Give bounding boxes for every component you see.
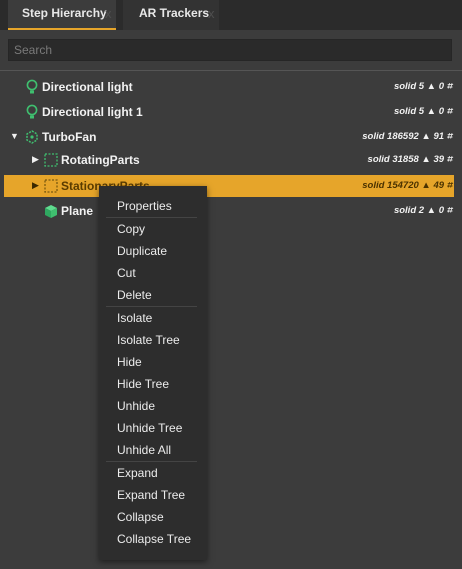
menu-item-collapse-tree[interactable]: Collapse Tree [117, 532, 191, 546]
tree-row-label: Plane [61, 204, 94, 218]
menu-item-duplicate[interactable]: Duplicate [117, 244, 167, 258]
tree-row-stats: solid 2 ▲ 0 ⌗ [393, 205, 452, 216]
tree-row-stationaryparts[interactable]: ▶ StationaryParts solid 154720 ▲ 49 ⌗ [4, 175, 454, 197]
menu-item-hide[interactable]: Hide [117, 355, 142, 369]
tree-row-label: Directional light 1 [42, 105, 143, 119]
tree-row-label: RotatingParts [61, 153, 140, 167]
tree-row-label: Directional light [42, 80, 133, 94]
divider [0, 70, 462, 71]
menu-item-unhide-tree[interactable]: Unhide Tree [117, 421, 182, 435]
assembly-icon [26, 130, 38, 144]
tab-label: AR Trackers [139, 6, 210, 20]
menu-item-hide-tree[interactable]: Hide Tree [117, 377, 169, 391]
group-box-icon [44, 179, 58, 193]
menu-item-isolate-tree[interactable]: Isolate Tree [117, 333, 180, 347]
menu-item-isolate[interactable]: Isolate [117, 311, 152, 325]
menu-item-properties[interactable]: Properties [117, 199, 172, 213]
expand-right-icon[interactable]: ▶ [32, 180, 39, 191]
tab-label: Step Hierarchy [22, 6, 107, 20]
tree-row-stats: solid 154720 ▲ 49 ⌗ [362, 180, 452, 191]
bulb-icon [26, 104, 38, 119]
menu-item-unhide-all[interactable]: Unhide All [117, 443, 171, 457]
expand-down-icon[interactable]: ▼ [10, 131, 19, 141]
menu-item-collapse[interactable]: Collapse [117, 510, 164, 524]
tree-row-directional-light-1[interactable]: Directional light 1 solid 5 ▲ 0 ⌗ [0, 101, 462, 123]
context-menu: Properties Copy Duplicate Cut Delete Iso… [99, 186, 207, 560]
active-tab-indicator [8, 28, 116, 30]
tab-step-hierarchy[interactable]: Step Hierarchy x [8, 0, 116, 30]
menu-item-expand[interactable]: Expand [117, 466, 158, 480]
search-input[interactable] [9, 40, 451, 60]
tree-row-directional-light[interactable]: Directional light solid 5 ▲ 0 ⌗ [0, 76, 462, 98]
menu-separator [106, 217, 197, 218]
search-field[interactable] [8, 39, 452, 61]
bulb-icon [26, 79, 38, 94]
tree-row-turbofan[interactable]: ▼ TurboFan solid 186592 ▲ 91 ⌗ [0, 126, 462, 148]
menu-item-copy[interactable]: Copy [117, 222, 145, 236]
tree-row-stats: solid 5 ▲ 0 ⌗ [393, 106, 452, 117]
tree-row-stats: solid 31858 ▲ 39 ⌗ [367, 154, 452, 165]
close-icon[interactable]: x [105, 1, 112, 27]
menu-separator [106, 306, 197, 307]
menu-item-unhide[interactable]: Unhide [117, 399, 155, 413]
tree-row-rotatingparts[interactable]: ▶ RotatingParts solid 31858 ▲ 39 ⌗ [0, 149, 462, 171]
tree-row-stats: solid 5 ▲ 0 ⌗ [393, 81, 452, 92]
menu-item-cut[interactable]: Cut [117, 266, 136, 280]
menu-item-expand-tree[interactable]: Expand Tree [117, 488, 185, 502]
cube-icon [45, 205, 57, 218]
tab-bar: Step Hierarchy x AR Trackers x [0, 0, 462, 30]
expand-right-icon[interactable]: ▶ [32, 154, 39, 165]
tree-row-stats: solid 186592 ▲ 91 ⌗ [362, 131, 452, 142]
close-icon[interactable]: x [208, 1, 215, 27]
menu-separator [106, 461, 197, 462]
menu-item-delete[interactable]: Delete [117, 288, 152, 302]
group-box-icon [44, 153, 58, 167]
tree-row-label: TurboFan [42, 130, 97, 144]
tab-ar-trackers[interactable]: AR Trackers x [123, 0, 219, 30]
tree-row-plane[interactable]: Plane solid 2 ▲ 0 ⌗ [0, 200, 462, 222]
